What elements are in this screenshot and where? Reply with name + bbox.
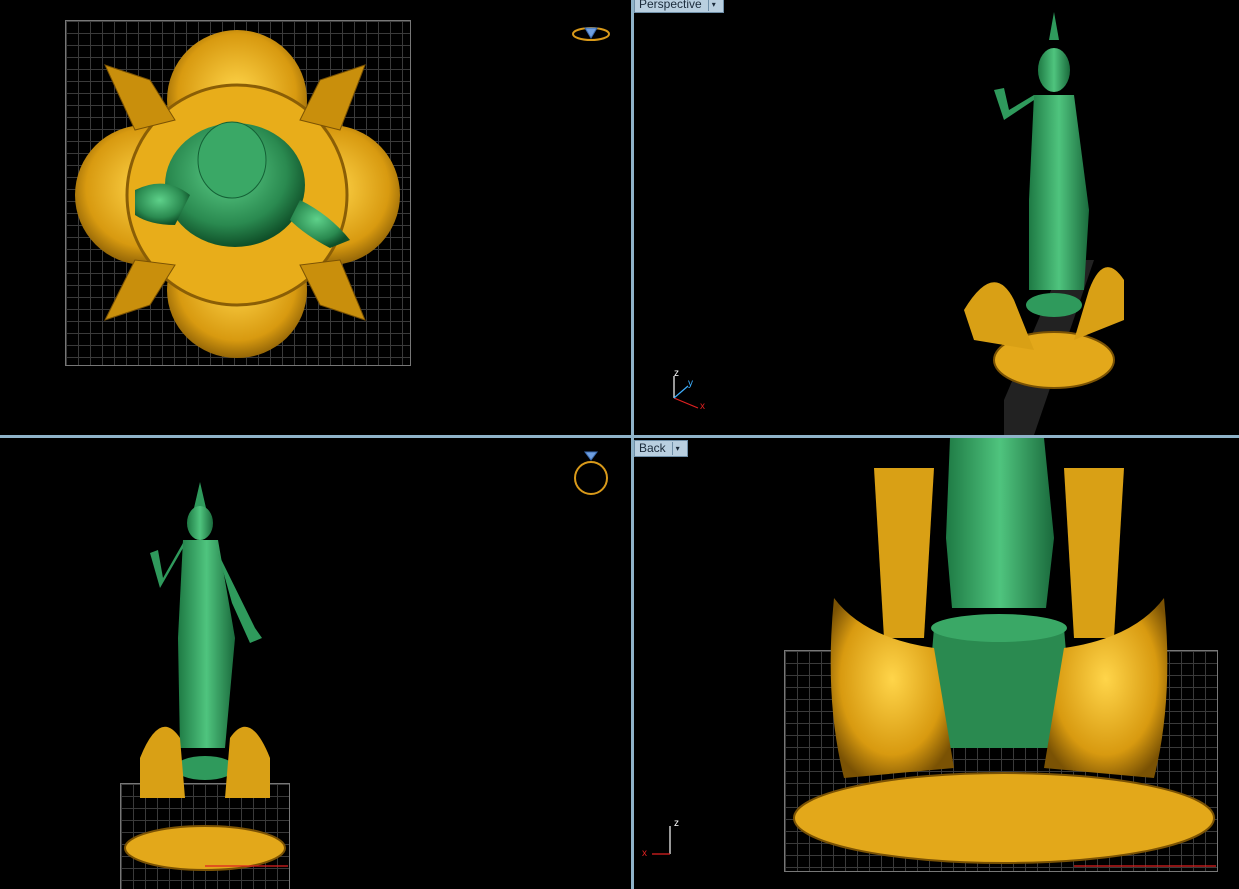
model-front-view: [124, 482, 288, 871]
viewport-top[interactable]: [0, 0, 631, 435]
viewport-front[interactable]: [0, 438, 631, 889]
axis-x-label: x: [642, 848, 647, 859]
model-back-view: [793, 438, 1216, 867]
viewport-back[interactable]: Back ▾ z x: [634, 438, 1239, 889]
viewport-perspective[interactable]: Perspective ▾ z y x: [634, 0, 1239, 435]
axis-x-label: x: [700, 401, 705, 412]
axis-triad-back: [652, 826, 671, 855]
axis-z-label: z: [674, 818, 679, 829]
ring-front-icon[interactable]: [571, 448, 611, 500]
axis-z-label: z: [674, 368, 679, 379]
ring-gem-icon[interactable]: [571, 24, 611, 46]
axis-y-label: y: [688, 378, 693, 389]
model-top-view: [75, 30, 400, 358]
